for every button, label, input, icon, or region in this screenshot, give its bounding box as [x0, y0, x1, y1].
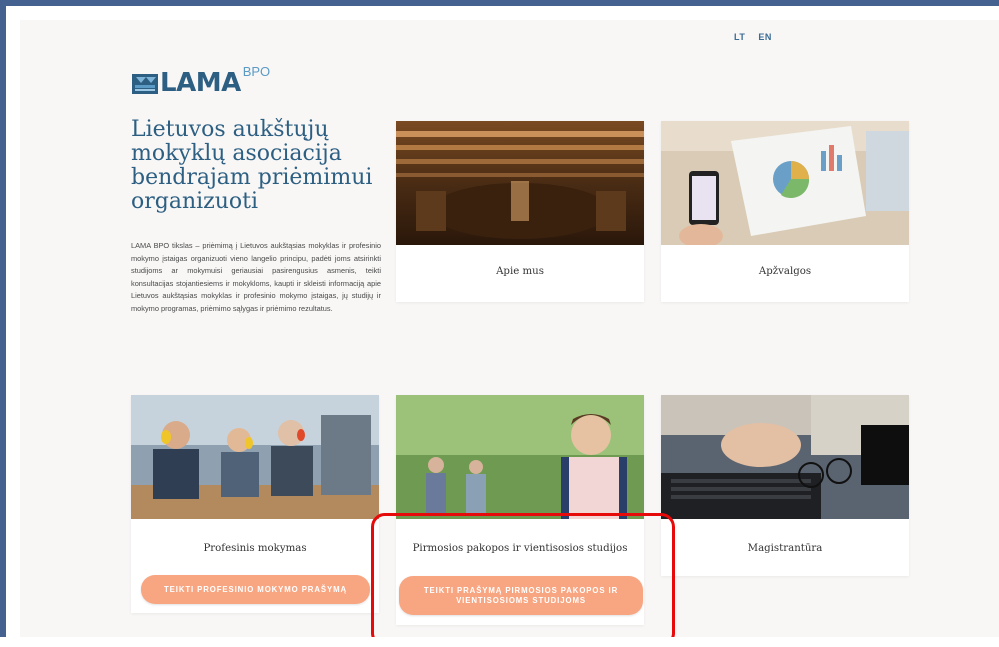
logo-mark-icon — [132, 74, 158, 94]
laptop-image-icon — [661, 395, 909, 519]
card-title: Apžvalgos — [758, 266, 812, 277]
logo-text: LAMA — [160, 68, 241, 98]
submit-vocational-application-button[interactable]: TEIKTI PROFESINIO MOKYMO PRAŠYMĄ — [141, 575, 370, 604]
card-title: Profesinis mokymas — [203, 543, 307, 554]
lang-en-link[interactable]: EN — [758, 32, 772, 42]
card-profesinis-mokymas[interactable]: Profesinis mokymas TEIKTI PROFESINIO MOK… — [131, 395, 379, 613]
card-title: Apie mus — [496, 266, 544, 277]
student-image-icon — [396, 395, 644, 519]
card-magistrantura[interactable]: Magistrantūra — [661, 395, 909, 576]
language-switch: LT EN — [734, 32, 782, 42]
page-headline: Lietuvos aukštųjų mokyklų asociacija ben… — [131, 117, 373, 214]
workshop-photo — [131, 395, 379, 519]
logo-sup: BPO — [242, 64, 271, 79]
library-image-icon — [396, 121, 644, 245]
button-label: TEIKTI PROFESINIO MOKYMO PRAŠYMĄ — [163, 584, 347, 594]
page: LT EN LAMA BPO Lietuvos aukštųjų mokyklų… — [20, 20, 999, 647]
logo[interactable]: LAMA BPO — [132, 64, 271, 98]
card-apie-mus[interactable]: Apie mus — [396, 121, 644, 302]
analytics-photo — [661, 121, 909, 245]
lang-lt-link[interactable]: LT — [734, 32, 745, 42]
bottom-edge — [0, 637, 999, 647]
workshop-image-icon — [131, 395, 379, 519]
intro-description: LAMA BPO tikslas – priėmimą į Lietuvos a… — [131, 241, 381, 313]
analytics-image-icon — [661, 121, 909, 245]
student-photo — [396, 395, 644, 519]
card-title: Magistrantūra — [747, 543, 823, 554]
library-photo — [396, 121, 644, 245]
browser-frame: LT EN LAMA BPO Lietuvos aukštųjų mokyklų… — [0, 0, 999, 647]
laptop-photo — [661, 395, 909, 519]
card-apzvalgos[interactable]: Apžvalgos — [661, 121, 909, 302]
highlight-box — [371, 513, 675, 647]
